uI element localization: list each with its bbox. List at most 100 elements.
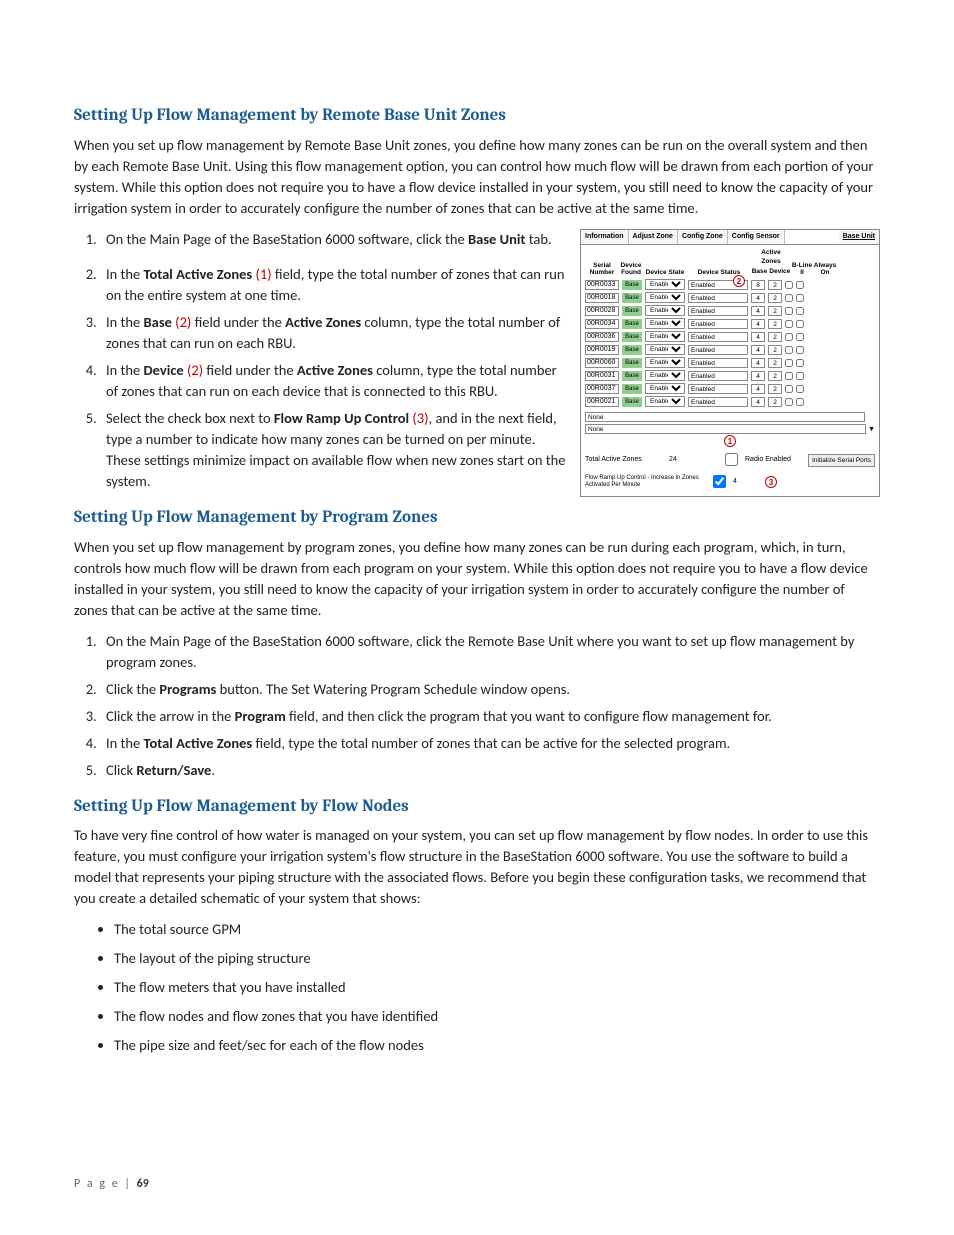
step1-4: In the Device (2) field under the Active… bbox=[100, 360, 566, 402]
serial-field bbox=[585, 345, 619, 355]
serial-field bbox=[585, 371, 619, 381]
status-field: Enabled bbox=[688, 306, 748, 316]
device-zones: 2 bbox=[768, 345, 782, 355]
status-field: Enabled bbox=[688, 319, 748, 329]
bline-checkbox bbox=[785, 346, 793, 354]
bline-checkbox bbox=[785, 307, 793, 315]
serial-field bbox=[585, 358, 619, 368]
base-zones: 4 bbox=[751, 358, 765, 368]
device-zones: 2 bbox=[768, 332, 782, 342]
serial-field bbox=[585, 293, 619, 303]
device-zones: 2 bbox=[768, 306, 782, 316]
bline-checkbox bbox=[785, 281, 793, 289]
bullet: The layout of the piping structure bbox=[114, 948, 880, 969]
status-field: Enabled bbox=[688, 332, 748, 342]
found-badge: Base bbox=[622, 293, 642, 303]
device-zones: 2 bbox=[768, 397, 782, 407]
found-badge: Base bbox=[622, 371, 642, 381]
found-badge: Base bbox=[622, 397, 642, 407]
status-field: Enabled bbox=[688, 358, 748, 368]
none-row: None bbox=[585, 424, 866, 434]
callout-1: 1 bbox=[724, 435, 736, 447]
always-on-checkbox bbox=[796, 346, 804, 354]
table-row: BaseEnabledEnabled42 bbox=[581, 396, 879, 409]
status-field: Enabled bbox=[688, 397, 748, 407]
table-row: BaseEnabledEnabled82 bbox=[581, 279, 879, 292]
heading-sec1: Setting Up Flow Management by Remote Bas… bbox=[74, 104, 880, 129]
table-row: BaseEnabledEnabled42 bbox=[581, 344, 879, 357]
base-zones: 4 bbox=[751, 332, 765, 342]
step2-1: On the Main Page of the BaseStation 6000… bbox=[100, 631, 880, 673]
bullet: The flow meters that you have installed bbox=[114, 977, 880, 998]
found-badge: Base bbox=[622, 358, 642, 368]
always-on-checkbox bbox=[796, 307, 804, 315]
bline-checkbox bbox=[785, 333, 793, 341]
status-field: Enabled bbox=[688, 371, 748, 381]
always-on-checkbox bbox=[796, 359, 804, 367]
intro-sec2: When you set up flow management by progr… bbox=[74, 537, 880, 621]
found-badge: Base bbox=[622, 384, 642, 394]
step2-5: Click Return/Save. bbox=[100, 760, 880, 781]
always-on-checkbox bbox=[796, 333, 804, 341]
device-zones: 2 bbox=[768, 384, 782, 394]
intro-sec3: To have very fine control of how water i… bbox=[74, 825, 880, 909]
bline-checkbox bbox=[785, 320, 793, 328]
state-select: Enabled bbox=[645, 344, 685, 355]
base-zones: 8 bbox=[751, 280, 765, 290]
steps-sec2: On the Main Page of the BaseStation 6000… bbox=[74, 631, 880, 781]
table-row: BaseEnabledEnabled42 bbox=[581, 318, 879, 331]
state-select: Enabled bbox=[645, 331, 685, 342]
init-ports-button: Initialize Serial Ports bbox=[808, 454, 875, 467]
step2-2: Click the Programs button. The Set Water… bbox=[100, 679, 880, 700]
bullet: The total source GPM bbox=[114, 919, 880, 940]
state-select: Enabled bbox=[645, 318, 685, 329]
base-zones: 4 bbox=[751, 384, 765, 394]
intro-sec1: When you set up flow management by Remot… bbox=[74, 135, 880, 219]
status-field: Enabled bbox=[688, 345, 748, 355]
none-row: None bbox=[585, 412, 865, 422]
device-zones: 2 bbox=[768, 293, 782, 303]
always-on-checkbox bbox=[796, 398, 804, 406]
table-row: BaseEnabledEnabled42 bbox=[581, 305, 879, 318]
bullet: The pipe size and feet/sec for each of t… bbox=[114, 1035, 880, 1056]
serial-field bbox=[585, 332, 619, 342]
callout-2: 2 bbox=[733, 275, 745, 287]
base-zones: 4 bbox=[751, 345, 765, 355]
table-row: BaseEnabledEnabled42 bbox=[581, 383, 879, 396]
serial-field bbox=[585, 319, 619, 329]
bullets-sec3: The total source GPM The layout of the p… bbox=[74, 919, 880, 1056]
found-badge: Base bbox=[622, 319, 642, 329]
always-on-checkbox bbox=[796, 320, 804, 328]
fig-tab: Config Sensor bbox=[728, 230, 785, 244]
radio-enabled-checkbox bbox=[725, 453, 738, 466]
state-select: Enabled bbox=[645, 279, 685, 290]
fig-tab: Base Unit bbox=[839, 230, 879, 244]
always-on-checkbox bbox=[796, 294, 804, 302]
step2-3: Click the arrow in the Program field, an… bbox=[100, 706, 880, 727]
base-zones: 4 bbox=[751, 371, 765, 381]
serial-field bbox=[585, 280, 619, 290]
bline-checkbox bbox=[785, 398, 793, 406]
bline-checkbox bbox=[785, 294, 793, 302]
table-row: BaseEnabledEnabled42 bbox=[581, 357, 879, 370]
serial-field bbox=[585, 397, 619, 407]
fig-tab: Adjust Zone bbox=[629, 230, 678, 244]
always-on-checkbox bbox=[796, 281, 804, 289]
ramp-checkbox bbox=[713, 475, 726, 488]
page-footer: P a g e | 69 bbox=[74, 1176, 149, 1193]
always-on-checkbox bbox=[796, 372, 804, 380]
status-field: Enabled bbox=[688, 384, 748, 394]
found-badge: Base bbox=[622, 280, 642, 290]
bullet: The flow nodes and flow zones that you h… bbox=[114, 1006, 880, 1027]
base-zones: 4 bbox=[751, 306, 765, 316]
heading-sec2: Setting Up Flow Management by Program Zo… bbox=[74, 506, 880, 531]
step1-2: In the Total Active Zones (1) field, typ… bbox=[100, 264, 566, 306]
base-zones: 4 bbox=[751, 397, 765, 407]
state-select: Enabled bbox=[645, 396, 685, 407]
bline-checkbox bbox=[785, 385, 793, 393]
state-select: Enabled bbox=[645, 383, 685, 394]
bline-checkbox bbox=[785, 372, 793, 380]
found-badge: Base bbox=[622, 332, 642, 342]
step2-4: In the Total Active Zones field, type th… bbox=[100, 733, 880, 754]
serial-field bbox=[585, 384, 619, 394]
